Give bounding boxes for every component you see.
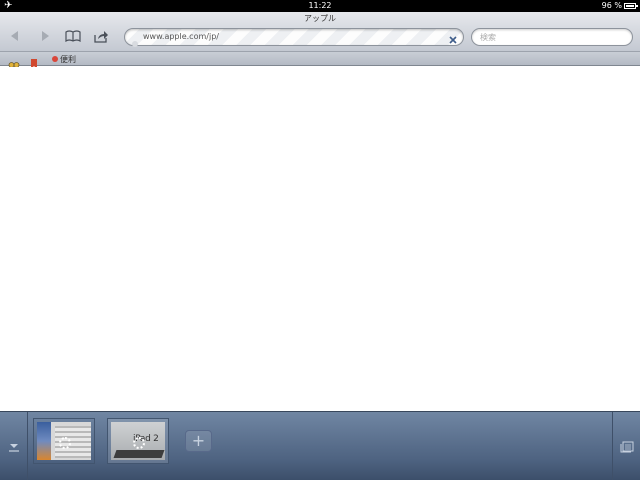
add-tab-button[interactable]: + [185, 430, 212, 452]
collapse-down-icon [8, 443, 19, 452]
battery-indicator: 96 % [601, 1, 638, 11]
bookmarks-button[interactable] [64, 28, 82, 44]
bookmark-label: 便利 [60, 54, 76, 64]
reading-list-button[interactable] [8, 54, 20, 68]
web-content-area[interactable] [0, 67, 640, 411]
tab-thumbnail-2[interactable]: iPad 2 [107, 418, 169, 464]
battery-fill [626, 5, 634, 7]
bookmarks-bar: 便利 [0, 52, 640, 69]
forward-button[interactable] [36, 28, 54, 44]
clock: 11:22 [308, 1, 332, 10]
share-icon [94, 30, 108, 43]
forward-arrow-icon [42, 31, 49, 41]
page-title: アップル [304, 14, 336, 23]
back-arrow-icon [11, 31, 18, 41]
preview-sidebar [37, 422, 51, 460]
search-field[interactable] [471, 28, 633, 46]
clear-x-icon [449, 36, 457, 44]
preview-device-image [113, 450, 165, 458]
tab-list-button[interactable] [612, 412, 640, 480]
back-button[interactable] [6, 28, 24, 44]
url-field[interactable]: www.apple.com/jp/ [124, 28, 464, 47]
tab-list-icon [620, 441, 633, 452]
loading-spinner-icon [59, 437, 71, 449]
favicon-icon [131, 33, 139, 47]
battery-icon [624, 3, 638, 9]
bookmark-dot [52, 56, 58, 62]
battery-percent: 96 % [601, 1, 622, 10]
loading-spinner-icon [133, 437, 145, 449]
browser-toolbar: アップル www.apple.com/jp/ [0, 12, 640, 52]
share-button[interactable] [92, 28, 110, 44]
collapse-tabs-button[interactable] [0, 412, 28, 480]
tab-drawer: iPad 2 + [0, 411, 640, 480]
clear-url-button[interactable] [447, 31, 459, 44]
search-input[interactable] [480, 31, 620, 44]
bookmark-item-benri[interactable]: 便利 [52, 52, 76, 66]
open-book-icon [65, 30, 81, 42]
status-bar: ✈ 11:22 96 % [0, 0, 640, 12]
bookmark-button[interactable] [30, 54, 42, 69]
url-text: www.apple.com/jp/ [143, 32, 219, 41]
tab-thumbnail-1[interactable] [33, 418, 95, 464]
